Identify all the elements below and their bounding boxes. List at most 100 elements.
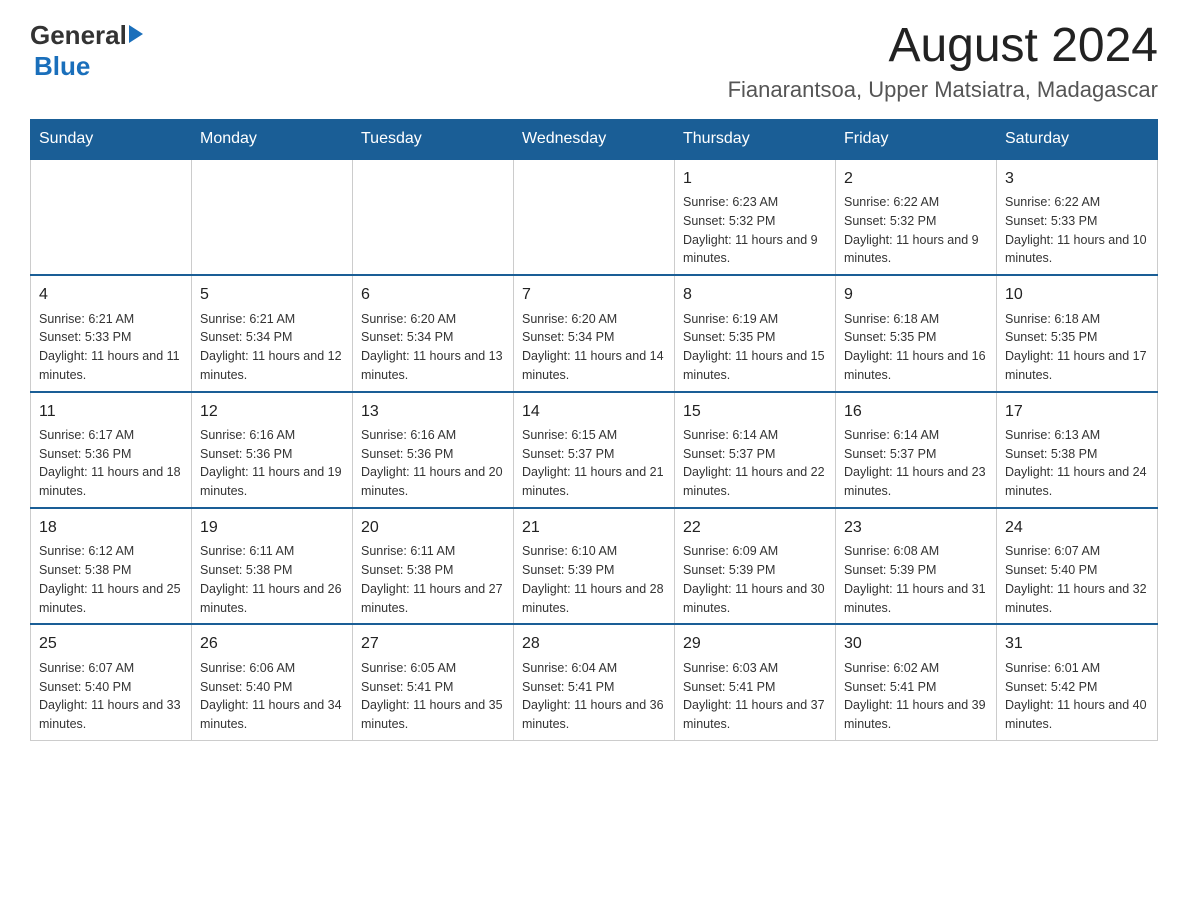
day-number: 31	[1005, 633, 1149, 655]
calendar-cell: 5Sunrise: 6:21 AMSunset: 5:34 PMDaylight…	[192, 275, 353, 391]
day-info: Sunrise: 6:04 AMSunset: 5:41 PMDaylight:…	[522, 659, 666, 734]
day-header-monday: Monday	[192, 119, 353, 159]
calendar-cell	[31, 159, 192, 275]
day-number: 8	[683, 284, 827, 306]
week-row-1: 1 Sunrise: 6:23 AMSunset: 5:32 PMDaylight…	[31, 159, 1158, 275]
day-info: Sunrise: 6:17 AMSunset: 5:36 PMDaylight:…	[39, 426, 183, 501]
calendar-header-row: SundayMondayTuesdayWednesdayThursdayFrid…	[31, 119, 1158, 159]
day-header-sunday: Sunday	[31, 119, 192, 159]
day-info: Sunrise: 6:22 AMSunset: 5:32 PMDaylight:…	[844, 193, 988, 268]
day-number: 6	[361, 284, 505, 306]
day-info: Sunrise: 6:09 AMSunset: 5:39 PMDaylight:…	[683, 542, 827, 617]
day-number: 27	[361, 633, 505, 655]
calendar-cell: 7 Sunrise: 6:20 AMSunset: 5:34 PMDaylight…	[514, 275, 675, 391]
month-title: August 2024	[728, 20, 1158, 73]
day-header-saturday: Saturday	[997, 119, 1158, 159]
day-info: Sunrise: 6:15 AMSunset: 5:37 PMDaylight:…	[522, 426, 666, 501]
day-info: Sunrise: 6:13 AMSunset: 5:38 PMDaylight:…	[1005, 426, 1149, 501]
day-info: Sunrise: 6:14 AMSunset: 5:37 PMDaylight:…	[844, 426, 988, 501]
day-info: Sunrise: 6:23 AMSunset: 5:32 PMDaylight:…	[683, 193, 827, 268]
day-info: Sunrise: 6:02 AMSunset: 5:41 PMDaylight:…	[844, 659, 988, 734]
day-info: Sunrise: 6:22 AMSunset: 5:33 PMDaylight:…	[1005, 193, 1149, 268]
day-header-friday: Friday	[836, 119, 997, 159]
day-header-thursday: Thursday	[675, 119, 836, 159]
calendar-cell: 17Sunrise: 6:13 AMSunset: 5:38 PMDayligh…	[997, 392, 1158, 508]
week-row-5: 25 Sunrise: 6:07 AMSunset: 5:40 PMDayligh…	[31, 624, 1158, 740]
calendar-cell	[353, 159, 514, 275]
day-number: 10	[1005, 284, 1149, 306]
day-info: Sunrise: 6:18 AMSunset: 5:35 PMDaylight:…	[844, 310, 988, 385]
calendar-cell	[192, 159, 353, 275]
calendar-cell: 20 Sunrise: 6:11 AMSunset: 5:38 PMDayligh…	[353, 508, 514, 624]
day-number: 25	[39, 633, 183, 655]
calendar-cell: 9 Sunrise: 6:18 AMSunset: 5:35 PMDaylight…	[836, 275, 997, 391]
day-number: 15	[683, 401, 827, 423]
logo-triangle-icon	[129, 25, 143, 43]
day-number: 9	[844, 284, 988, 306]
week-row-4: 18 Sunrise: 6:12 AMSunset: 5:38 PMDayligh…	[31, 508, 1158, 624]
day-info: Sunrise: 6:21 AMSunset: 5:33 PMDaylight:…	[39, 310, 183, 385]
week-row-3: 11 Sunrise: 6:17 AMSunset: 5:36 PMDayligh…	[31, 392, 1158, 508]
calendar-cell: 23 Sunrise: 6:08 AMSunset: 5:39 PMDayligh…	[836, 508, 997, 624]
day-number: 5	[200, 284, 344, 306]
location-title: Fianarantsoa, Upper Matsiatra, Madagasca…	[728, 77, 1158, 103]
day-info: Sunrise: 6:05 AMSunset: 5:41 PMDaylight:…	[361, 659, 505, 734]
logo-general: General	[30, 20, 127, 51]
day-number: 23	[844, 517, 988, 539]
calendar-cell: 3Sunrise: 6:22 AMSunset: 5:33 PMDaylight…	[997, 159, 1158, 275]
day-header-tuesday: Tuesday	[353, 119, 514, 159]
day-info: Sunrise: 6:14 AMSunset: 5:37 PMDaylight:…	[683, 426, 827, 501]
logo: General Blue	[30, 20, 143, 82]
day-number: 13	[361, 401, 505, 423]
day-number: 18	[39, 517, 183, 539]
day-number: 7	[522, 284, 666, 306]
logo-blue: Blue	[34, 51, 90, 82]
day-info: Sunrise: 6:11 AMSunset: 5:38 PMDaylight:…	[361, 542, 505, 617]
calendar-cell: 1 Sunrise: 6:23 AMSunset: 5:32 PMDaylight…	[675, 159, 836, 275]
day-info: Sunrise: 6:03 AMSunset: 5:41 PMDaylight:…	[683, 659, 827, 734]
day-number: 29	[683, 633, 827, 655]
calendar-cell: 18 Sunrise: 6:12 AMSunset: 5:38 PMDayligh…	[31, 508, 192, 624]
calendar-cell: 29 Sunrise: 6:03 AMSunset: 5:41 PMDayligh…	[675, 624, 836, 740]
title-block: August 2024 Fianarantsoa, Upper Matsiatr…	[728, 20, 1158, 103]
calendar-cell: 4Sunrise: 6:21 AMSunset: 5:33 PMDaylight…	[31, 275, 192, 391]
day-number: 1	[683, 168, 827, 190]
day-info: Sunrise: 6:16 AMSunset: 5:36 PMDaylight:…	[361, 426, 505, 501]
calendar-cell: 15 Sunrise: 6:14 AMSunset: 5:37 PMDayligh…	[675, 392, 836, 508]
calendar-cell: 19Sunrise: 6:11 AMSunset: 5:38 PMDayligh…	[192, 508, 353, 624]
calendar-cell: 10 Sunrise: 6:18 AMSunset: 5:35 PMDayligh…	[997, 275, 1158, 391]
calendar-cell: 31Sunrise: 6:01 AMSunset: 5:42 PMDayligh…	[997, 624, 1158, 740]
calendar-cell: 26 Sunrise: 6:06 AMSunset: 5:40 PMDayligh…	[192, 624, 353, 740]
calendar-cell: 8 Sunrise: 6:19 AMSunset: 5:35 PMDaylight…	[675, 275, 836, 391]
day-info: Sunrise: 6:20 AMSunset: 5:34 PMDaylight:…	[361, 310, 505, 385]
calendar-cell: 6 Sunrise: 6:20 AMSunset: 5:34 PMDaylight…	[353, 275, 514, 391]
week-row-2: 4Sunrise: 6:21 AMSunset: 5:33 PMDaylight…	[31, 275, 1158, 391]
day-info: Sunrise: 6:18 AMSunset: 5:35 PMDaylight:…	[1005, 310, 1149, 385]
day-header-wednesday: Wednesday	[514, 119, 675, 159]
calendar-cell: 14Sunrise: 6:15 AMSunset: 5:37 PMDayligh…	[514, 392, 675, 508]
day-info: Sunrise: 6:12 AMSunset: 5:38 PMDaylight:…	[39, 542, 183, 617]
day-info: Sunrise: 6:20 AMSunset: 5:34 PMDaylight:…	[522, 310, 666, 385]
day-info: Sunrise: 6:08 AMSunset: 5:39 PMDaylight:…	[844, 542, 988, 617]
day-number: 11	[39, 401, 183, 423]
day-number: 12	[200, 401, 344, 423]
day-number: 26	[200, 633, 344, 655]
day-number: 21	[522, 517, 666, 539]
day-info: Sunrise: 6:19 AMSunset: 5:35 PMDaylight:…	[683, 310, 827, 385]
calendar-cell: 27 Sunrise: 6:05 AMSunset: 5:41 PMDayligh…	[353, 624, 514, 740]
calendar-cell: 11 Sunrise: 6:17 AMSunset: 5:36 PMDayligh…	[31, 392, 192, 508]
calendar-cell: 24Sunrise: 6:07 AMSunset: 5:40 PMDayligh…	[997, 508, 1158, 624]
calendar-cell: 30Sunrise: 6:02 AMSunset: 5:41 PMDayligh…	[836, 624, 997, 740]
day-info: Sunrise: 6:16 AMSunset: 5:36 PMDaylight:…	[200, 426, 344, 501]
calendar-table: SundayMondayTuesdayWednesdayThursdayFrid…	[30, 119, 1158, 741]
day-number: 28	[522, 633, 666, 655]
day-number: 20	[361, 517, 505, 539]
calendar-cell: 16Sunrise: 6:14 AMSunset: 5:37 PMDayligh…	[836, 392, 997, 508]
day-number: 19	[200, 517, 344, 539]
day-info: Sunrise: 6:06 AMSunset: 5:40 PMDaylight:…	[200, 659, 344, 734]
day-info: Sunrise: 6:07 AMSunset: 5:40 PMDaylight:…	[1005, 542, 1149, 617]
calendar-cell: 28 Sunrise: 6:04 AMSunset: 5:41 PMDayligh…	[514, 624, 675, 740]
calendar-cell: 25 Sunrise: 6:07 AMSunset: 5:40 PMDayligh…	[31, 624, 192, 740]
day-info: Sunrise: 6:07 AMSunset: 5:40 PMDaylight:…	[39, 659, 183, 734]
calendar-cell	[514, 159, 675, 275]
